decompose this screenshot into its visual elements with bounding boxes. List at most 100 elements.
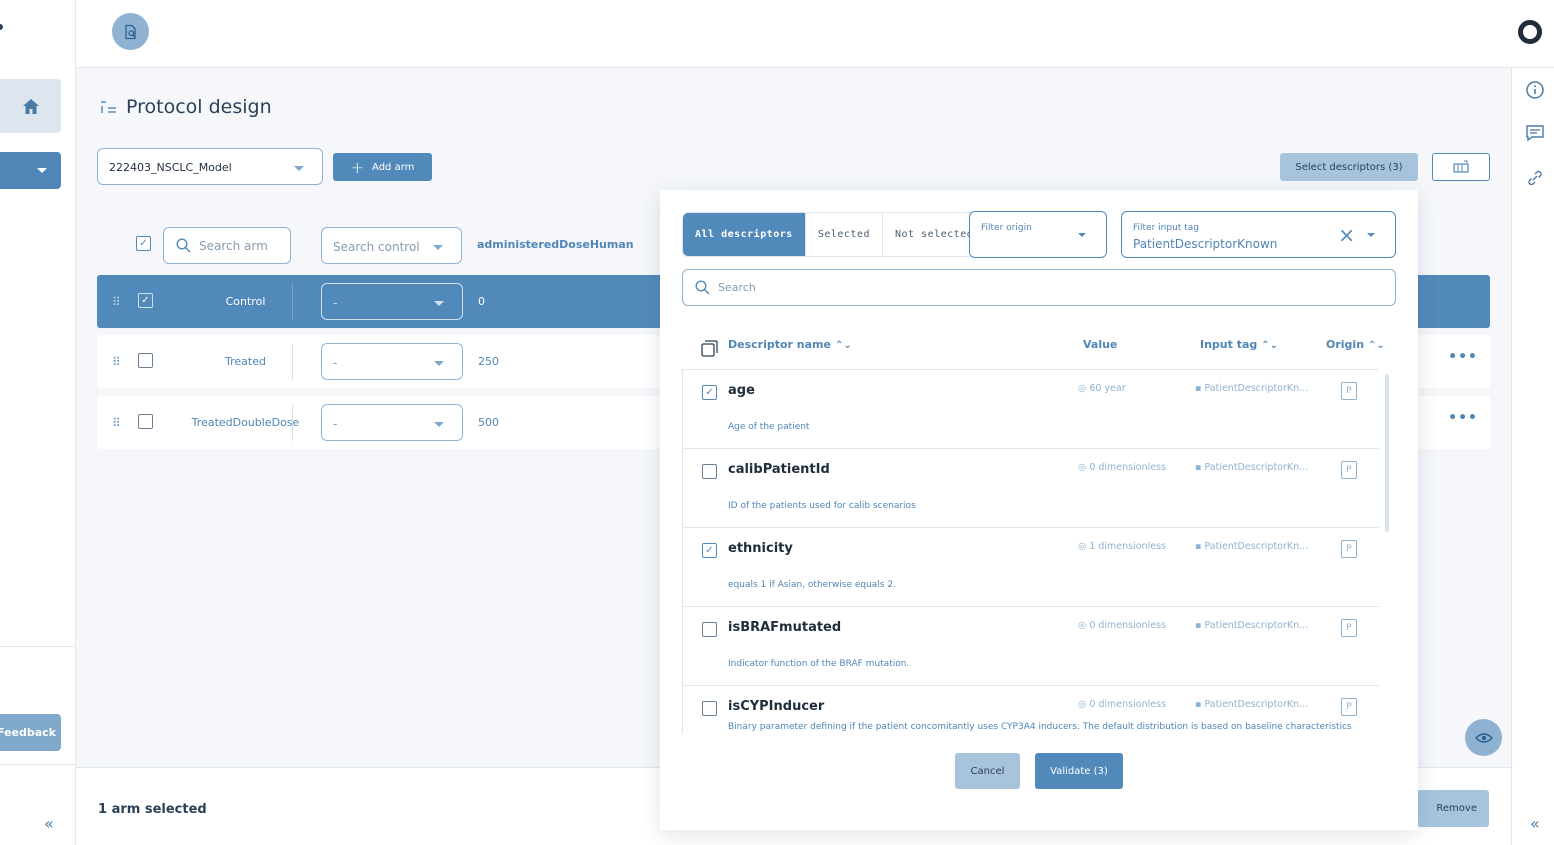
- search-icon: [695, 280, 710, 295]
- select-descriptors-modal: All descriptors Selected Not selected Fi…: [660, 190, 1418, 830]
- descriptor-description: Age of the patient: [728, 422, 810, 432]
- filter-input-tag-select[interactable]: Filter input tag PatientDescriptorKnown …: [1121, 211, 1396, 258]
- page-title: Protocol design: [100, 96, 272, 118]
- document-search-icon: [124, 24, 136, 39]
- search-control-select[interactable]: Search control: [321, 227, 462, 264]
- tab-all-descriptors[interactable]: All descriptors: [683, 213, 806, 256]
- chevron-down-icon: [434, 301, 444, 306]
- descriptor-tag: ▪ PatientDescriptorKn...: [1195, 383, 1309, 394]
- sidebar-divider: [0, 646, 76, 647]
- column-header-name[interactable]: Descriptor name ⌃⌄: [728, 338, 852, 351]
- filter-origin-select[interactable]: Filter origin: [969, 211, 1107, 258]
- descriptor-row[interactable]: isCYPInducer Binary parameter defining i…: [683, 686, 1379, 734]
- select-all-icon[interactable]: [701, 340, 718, 357]
- chevron-down-icon: [434, 361, 444, 366]
- descriptor-description: ID of the patients used for calib scenar…: [728, 501, 916, 511]
- search-icon: [176, 238, 191, 253]
- chevron-down-icon: [1367, 233, 1375, 237]
- value-icon: ◎: [1078, 541, 1090, 552]
- control-select[interactable]: -: [321, 404, 463, 441]
- left-sidebar: Feedback «: [0, 0, 76, 845]
- descriptor-table-header: Descriptor name ⌃⌄ Value Input tag ⌃⌄ Orig…: [682, 330, 1385, 370]
- arm-dose: 250: [478, 355, 499, 368]
- info-icon[interactable]: [1525, 80, 1545, 100]
- model-select[interactable]: 222403_NSCLC_Model: [97, 148, 323, 185]
- home-icon: [22, 98, 39, 114]
- descriptor-name: calibPatientId: [728, 462, 830, 477]
- preview-button[interactable]: [1465, 719, 1502, 756]
- descriptor-name: isBRAFmutated: [728, 620, 842, 635]
- tab-selected[interactable]: Selected: [806, 213, 883, 256]
- descriptor-search-input[interactable]: Search: [682, 269, 1396, 306]
- selection-count: 1 arm selected: [98, 802, 207, 817]
- arm-checkbox[interactable]: [138, 353, 153, 368]
- descriptor-row[interactable]: ✓ ethnicity equals 1 if Asian, otherwise…: [683, 528, 1379, 607]
- add-arm-button[interactable]: + Add arm: [333, 153, 432, 181]
- sidebar-divider: [0, 764, 76, 765]
- descriptor-row[interactable]: calibPatientId ID of the patients used f…: [683, 449, 1379, 528]
- link-icon[interactable]: [1525, 168, 1545, 188]
- table-settings-icon: [1453, 160, 1469, 173]
- descriptor-checkbox[interactable]: [702, 701, 717, 716]
- descriptor-description: Indicator function of the BRAF mutation.: [728, 659, 910, 669]
- drag-handle-icon[interactable]: ⠿: [112, 416, 121, 430]
- arm-checkbox[interactable]: ✓: [138, 293, 153, 308]
- descriptor-value: ◎ 0 dimensionless: [1078, 699, 1166, 710]
- collapse-sidebar-button[interactable]: «: [44, 814, 54, 833]
- descriptor-name: age: [728, 383, 755, 398]
- descriptor-value: ◎ 60 year: [1078, 383, 1126, 394]
- feedback-button[interactable]: Feedback: [0, 714, 61, 751]
- descriptor-origin-badge: P: [1341, 619, 1357, 637]
- validate-button[interactable]: Validate (3): [1035, 753, 1123, 789]
- descriptor-description: equals 1 if Asian, otherwise equals 2.: [728, 580, 896, 590]
- descriptor-value: ◎ 0 dimensionless: [1078, 462, 1166, 473]
- arm-dose: 0: [478, 295, 485, 308]
- control-select[interactable]: -: [321, 343, 463, 380]
- arm-dose: 500: [478, 416, 499, 429]
- sidebar-logo-fragment: [0, 24, 3, 30]
- cancel-button[interactable]: Cancel: [955, 753, 1020, 789]
- eye-icon: [1474, 732, 1493, 743]
- descriptor-row[interactable]: ✓ age Age of the patient ◎ 60 year ▪ Pat…: [683, 370, 1379, 449]
- search-arm-input[interactable]: Search arm: [163, 227, 291, 264]
- descriptor-checkbox[interactable]: [702, 464, 717, 479]
- column-header-dose[interactable]: administeredDoseHuman: [477, 238, 634, 251]
- descriptor-checkbox[interactable]: ✓: [702, 543, 717, 558]
- remove-button[interactable]: Remove: [1416, 790, 1489, 827]
- descriptor-row[interactable]: isBRAFmutated Indicator function of the …: [683, 607, 1379, 686]
- value-icon: ◎: [1078, 620, 1090, 631]
- arm-name: Control: [225, 295, 266, 308]
- column-header-input-tag[interactable]: Input tag ⌃⌄: [1200, 338, 1278, 351]
- row-menu-button[interactable]: •••: [1448, 349, 1478, 365]
- clear-icon[interactable]: ×: [1338, 223, 1355, 247]
- arm-name: TreatedDoubleDose: [191, 416, 300, 429]
- collapse-rail-button[interactable]: «: [1530, 814, 1540, 833]
- drag-handle-icon[interactable]: ⠿: [112, 355, 121, 369]
- row-menu-button[interactable]: •••: [1448, 410, 1478, 426]
- user-avatar[interactable]: [1518, 20, 1542, 44]
- chevron-down-icon: [37, 168, 47, 173]
- right-rail: «: [1511, 68, 1554, 845]
- column-header-origin[interactable]: Origin ⌃⌄: [1326, 338, 1385, 351]
- control-select[interactable]: -: [321, 283, 463, 320]
- home-button[interactable]: [0, 79, 61, 133]
- project-dropdown[interactable]: [0, 152, 61, 189]
- chevron-down-icon: [434, 422, 444, 427]
- select-descriptors-button[interactable]: Select descriptors (3): [1280, 153, 1418, 181]
- value-icon: ◎: [1078, 699, 1090, 710]
- chevron-down-icon: [294, 166, 304, 171]
- arm-checkbox[interactable]: [138, 414, 153, 429]
- column-divider: [292, 284, 293, 320]
- arm-name: Treated: [225, 355, 266, 368]
- drag-handle-icon[interactable]: ⠿: [112, 295, 121, 309]
- app-logo[interactable]: [112, 13, 149, 50]
- descriptor-filter-tabs: All descriptors Selected Not selected: [682, 212, 987, 257]
- tree-icon: [101, 101, 116, 113]
- descriptor-list-scrollbar[interactable]: [1385, 374, 1389, 532]
- descriptor-checkbox[interactable]: [702, 622, 717, 637]
- descriptor-tag: ▪ PatientDescriptorKn...: [1195, 620, 1309, 631]
- table-settings-button[interactable]: [1432, 153, 1490, 181]
- select-all-checkbox[interactable]: ✓: [136, 236, 151, 251]
- comment-icon[interactable]: [1525, 123, 1545, 143]
- descriptor-checkbox[interactable]: ✓: [702, 385, 717, 400]
